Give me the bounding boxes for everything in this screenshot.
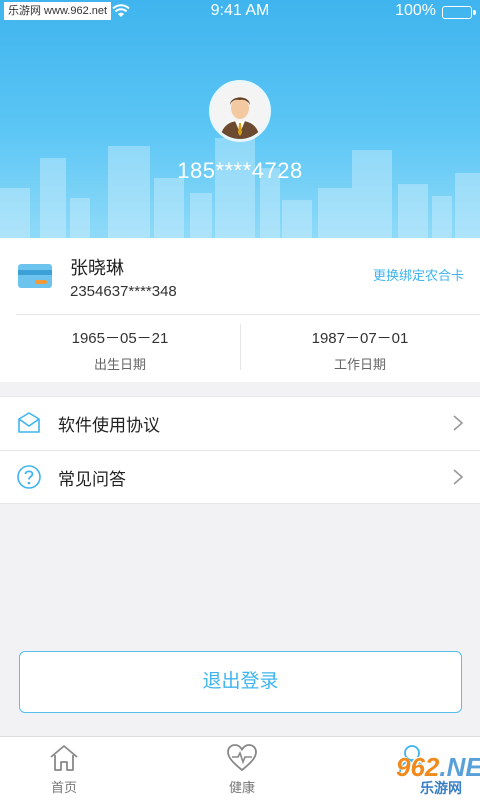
health-icon [227, 744, 257, 772]
birth-date-value: 1965－05－21 [71, 330, 169, 347]
watermark-text: 乐游网 [420, 781, 462, 797]
work-date-block: 1987－07－01 工作日期 [240, 314, 480, 382]
tab-label: 首页 [50, 781, 77, 796]
tab-health[interactable]: 健康 [182, 737, 302, 800]
settings-menu: 软件使用协议 常见问答 [0, 396, 480, 504]
birth-date-block: 1965－05－21 出生日期 [0, 314, 240, 382]
battery-icon [442, 6, 476, 19]
tab-home[interactable]: 首页 [4, 737, 124, 800]
agreement-icon [18, 412, 40, 433]
birth-date-label: 出生日期 [93, 358, 146, 373]
question-icon [17, 465, 41, 489]
home-icon [50, 745, 78, 771]
menu-item-label: 常见问答 [58, 470, 126, 490]
tab-label: 健康 [228, 781, 255, 796]
work-date-value: 1987－07－01 [311, 330, 409, 347]
battery-percent: 100% [395, 2, 436, 19]
site-watermark: 962.NET 乐游网 [356, 752, 480, 797]
logout-button[interactable]: 退出登录 [19, 651, 462, 713]
chevron-right-icon [453, 415, 464, 431]
menu-item-label: 软件使用协议 [58, 416, 160, 436]
avatar[interactable] [209, 80, 271, 142]
change-card-link[interactable]: 更换绑定农合卡 [373, 265, 464, 284]
chevron-right-icon [453, 469, 464, 485]
tab-bar: 首页 健康 962.NET 乐游网 [0, 736, 480, 800]
user-avatar-icon [212, 83, 268, 139]
profile-header: 乐游网 www.962.net 9:41 AM 100% 185****4728 [0, 0, 480, 238]
phone-number: 185****4728 [177, 158, 303, 183]
status-bar: 乐游网 www.962.net 9:41 AM 100% [0, 0, 480, 24]
bank-card-icon [18, 264, 52, 288]
work-date-label: 工作日期 [333, 358, 386, 373]
profile-card: 张晓琳 2354637****348 更换绑定农合卡 1965－05－21 出生… [0, 238, 480, 382]
card-number: 2354637****348 [70, 283, 177, 300]
user-name: 张晓琳 [70, 258, 124, 279]
menu-item-faq[interactable]: 常见问答 [0, 451, 480, 504]
city-skyline-decoration [0, 138, 480, 238]
menu-item-agreement[interactable]: 软件使用协议 [0, 397, 480, 450]
